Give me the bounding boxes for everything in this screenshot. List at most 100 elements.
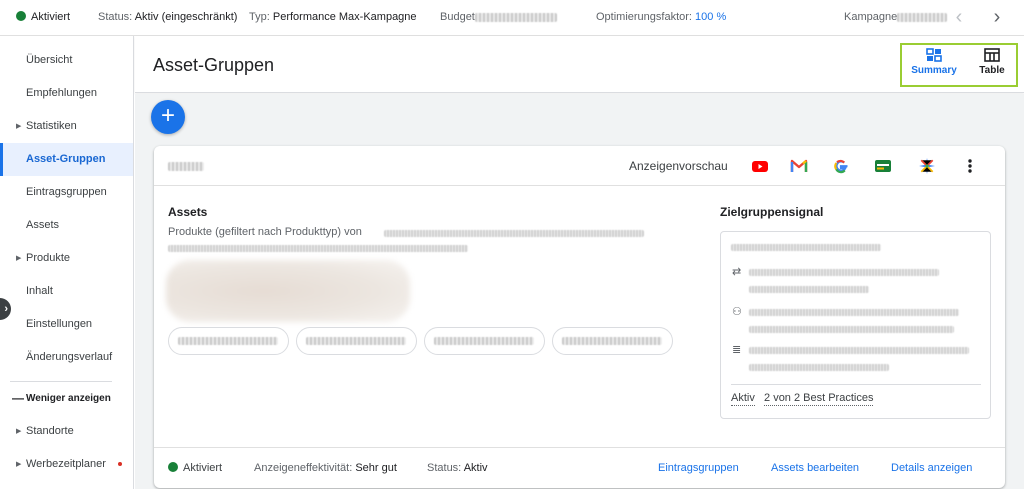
view-toggle: Summary Table	[900, 43, 1018, 87]
campaign-selector[interactable]: Kampagne	[844, 11, 948, 23]
listing-groups-link[interactable]: Eintragsgruppen	[658, 462, 739, 474]
status-label: Status:	[98, 11, 133, 23]
demographics-redacted	[749, 364, 889, 371]
asset-image-redacted[interactable]	[166, 260, 410, 322]
view-details-link[interactable]: Details anzeigen	[891, 462, 972, 474]
feed-details-redacted	[168, 245, 468, 252]
ad-strength-value: Sehr gut	[355, 462, 397, 474]
campaign-state-label: Aktiviert	[31, 11, 71, 23]
campaign-label: Kampagne	[844, 11, 898, 23]
edit-assets-link[interactable]: Assets bearbeiten	[771, 462, 859, 474]
demographics-redacted	[749, 347, 969, 354]
sidebar-item-label: Produkte	[26, 252, 71, 264]
ad-strength-label: Anzeigeneffektivität:	[254, 462, 353, 474]
sidebar-item-change-history[interactable]: Änderungsverlauf	[0, 341, 133, 374]
table-view-label: Table	[979, 65, 1005, 76]
budget-label: Budget	[440, 11, 475, 23]
sidebar-item-label: Änderungsverlauf	[26, 351, 113, 363]
sidebar-item-settings[interactable]: Einstellungen	[0, 308, 133, 341]
asset-chip-text-redacted	[562, 337, 662, 345]
sidebar-item-label: Empfehlungen	[26, 87, 97, 99]
summary-view-icon	[926, 48, 942, 62]
summary-view-button[interactable]: Summary	[908, 48, 960, 76]
campaign-budget: Budget	[440, 11, 557, 23]
assets-product-filter[interactable]: Produkte (gefiltert nach Produkttyp) von	[168, 226, 362, 238]
gmail-icon[interactable]	[790, 157, 808, 175]
previous-campaign-icon[interactable]: ‹	[948, 6, 970, 28]
youtube-icon[interactable]	[751, 157, 769, 175]
campaign-status-bar: Aktiviert Status: Aktiv (eingeschränkt) …	[0, 0, 1024, 36]
sidebar-item-label: Assets	[26, 219, 60, 231]
sidebar-item-listing-groups[interactable]: Eintragsgruppen	[0, 176, 133, 209]
sidebar-item-ad-schedule[interactable]: ▶ Werbezeitplaner	[0, 448, 133, 481]
audience-signal-title: Zielgruppensignal	[720, 205, 824, 219]
asset-group-status-label: Status:	[427, 462, 462, 474]
next-campaign-icon[interactable]: ›	[986, 6, 1008, 28]
google-search-icon[interactable]	[832, 157, 850, 175]
type-label: Typ:	[249, 11, 270, 23]
asset-chip-text-redacted	[178, 337, 278, 345]
audience-status-value[interactable]: Aktiv	[731, 392, 755, 406]
expand-caret-icon: ▶	[16, 461, 22, 468]
asset-chip[interactable]	[168, 327, 289, 355]
display-icon[interactable]	[874, 157, 892, 175]
sidebar-item-asset-groups[interactable]: Asset-Gruppen	[0, 143, 133, 176]
demographics-icon: ≣	[732, 344, 742, 356]
summary-view-label: Summary	[911, 65, 957, 76]
sidebar-item-overview[interactable]: Übersicht	[0, 44, 133, 77]
optimization-value[interactable]: 100 %	[695, 11, 726, 23]
asset-group-state-label: Aktiviert	[183, 462, 223, 474]
sidebar-item-recommendations[interactable]: Empfehlungen	[0, 77, 133, 110]
audience-status: Aktiv 2 von 2 Best Practices	[731, 392, 874, 406]
show-less-button[interactable]: — Weniger anzeigen	[0, 382, 133, 415]
card-footer: Aktiviert Anzeigeneffektivität: Sehr gut…	[154, 447, 1005, 488]
expand-caret-icon: ▶	[16, 428, 22, 435]
sidebar-item-label: Standorte	[26, 425, 74, 437]
expand-caret-icon: ▶	[16, 255, 22, 262]
table-view-button[interactable]: Table	[972, 48, 1012, 76]
asset-chip[interactable]	[296, 327, 417, 355]
best-practices-link[interactable]: 2 von 2 Best Practices	[764, 392, 874, 406]
page-title: Asset-Gruppen	[153, 55, 275, 75]
optimization-score[interactable]: Optimierungsfaktor: 100 %	[596, 11, 726, 23]
sidebar-item-insights[interactable]: ▶ Statistiken	[0, 110, 133, 143]
interests-icon: ⚇	[732, 306, 742, 318]
asset-chip-text-redacted	[306, 337, 406, 345]
assets-section-title: Assets	[168, 205, 208, 219]
minus-icon: —	[12, 391, 24, 405]
sidebar-item-locations[interactable]: ▶ Standorte	[0, 415, 133, 448]
status-dot-icon	[168, 462, 178, 472]
asset-chip-text-redacted	[434, 337, 534, 345]
add-asset-group-button[interactable]: +	[151, 100, 185, 134]
asset-chip[interactable]	[424, 327, 545, 355]
sidebar-item-label: Inhalt	[26, 285, 53, 297]
assets-product-filter-label: Produkte (gefiltert nach Produkttyp) von	[168, 226, 362, 238]
interests-redacted	[749, 326, 954, 333]
sidebar-item-assets[interactable]: Assets	[0, 209, 133, 242]
sidebar-item-label: Statistiken	[26, 120, 77, 132]
campaign-status: Status: Aktiv (eingeschränkt)	[98, 11, 237, 23]
sidebar-item-label: Übersicht	[26, 54, 73, 66]
optimization-label: Optimierungsfaktor:	[596, 11, 692, 23]
campaign-name-redacted	[897, 12, 948, 22]
campaign-type: Typ: Performance Max-Kampagne	[249, 11, 417, 23]
asset-group-state: Aktiviert	[168, 462, 222, 474]
type-value: Performance Max-Kampagne	[272, 11, 417, 23]
audience-name-redacted	[731, 244, 881, 251]
audience-divider	[731, 384, 981, 385]
notification-dot-icon	[117, 462, 122, 467]
sidebar-item-label: Eintragsgruppen	[26, 186, 107, 198]
more-vert-icon[interactable]	[961, 157, 979, 175]
sidebar-item-products[interactable]: ▶ Produkte	[0, 242, 133, 275]
asset-group-card: Anzeigenvorschau Assets Produkte (gefilt…	[154, 146, 1005, 488]
asset-chip[interactable]	[552, 327, 673, 355]
asset-group-status-value: Aktiv	[463, 462, 488, 474]
sidebar-item-label: Asset-Gruppen	[26, 153, 106, 165]
audience-signal-box[interactable]: ⇄ ⚇ ≣ Aktiv 2 von 2 Best Practices	[720, 231, 991, 419]
asset-group-name-redacted[interactable]	[168, 162, 204, 171]
card-header: Anzeigenvorschau	[154, 146, 1005, 186]
discover-icon[interactable]	[918, 157, 936, 175]
budget-redacted	[474, 12, 557, 22]
campaign-state: Aktiviert	[16, 11, 70, 23]
sidebar-item-content[interactable]: Inhalt	[0, 275, 133, 308]
